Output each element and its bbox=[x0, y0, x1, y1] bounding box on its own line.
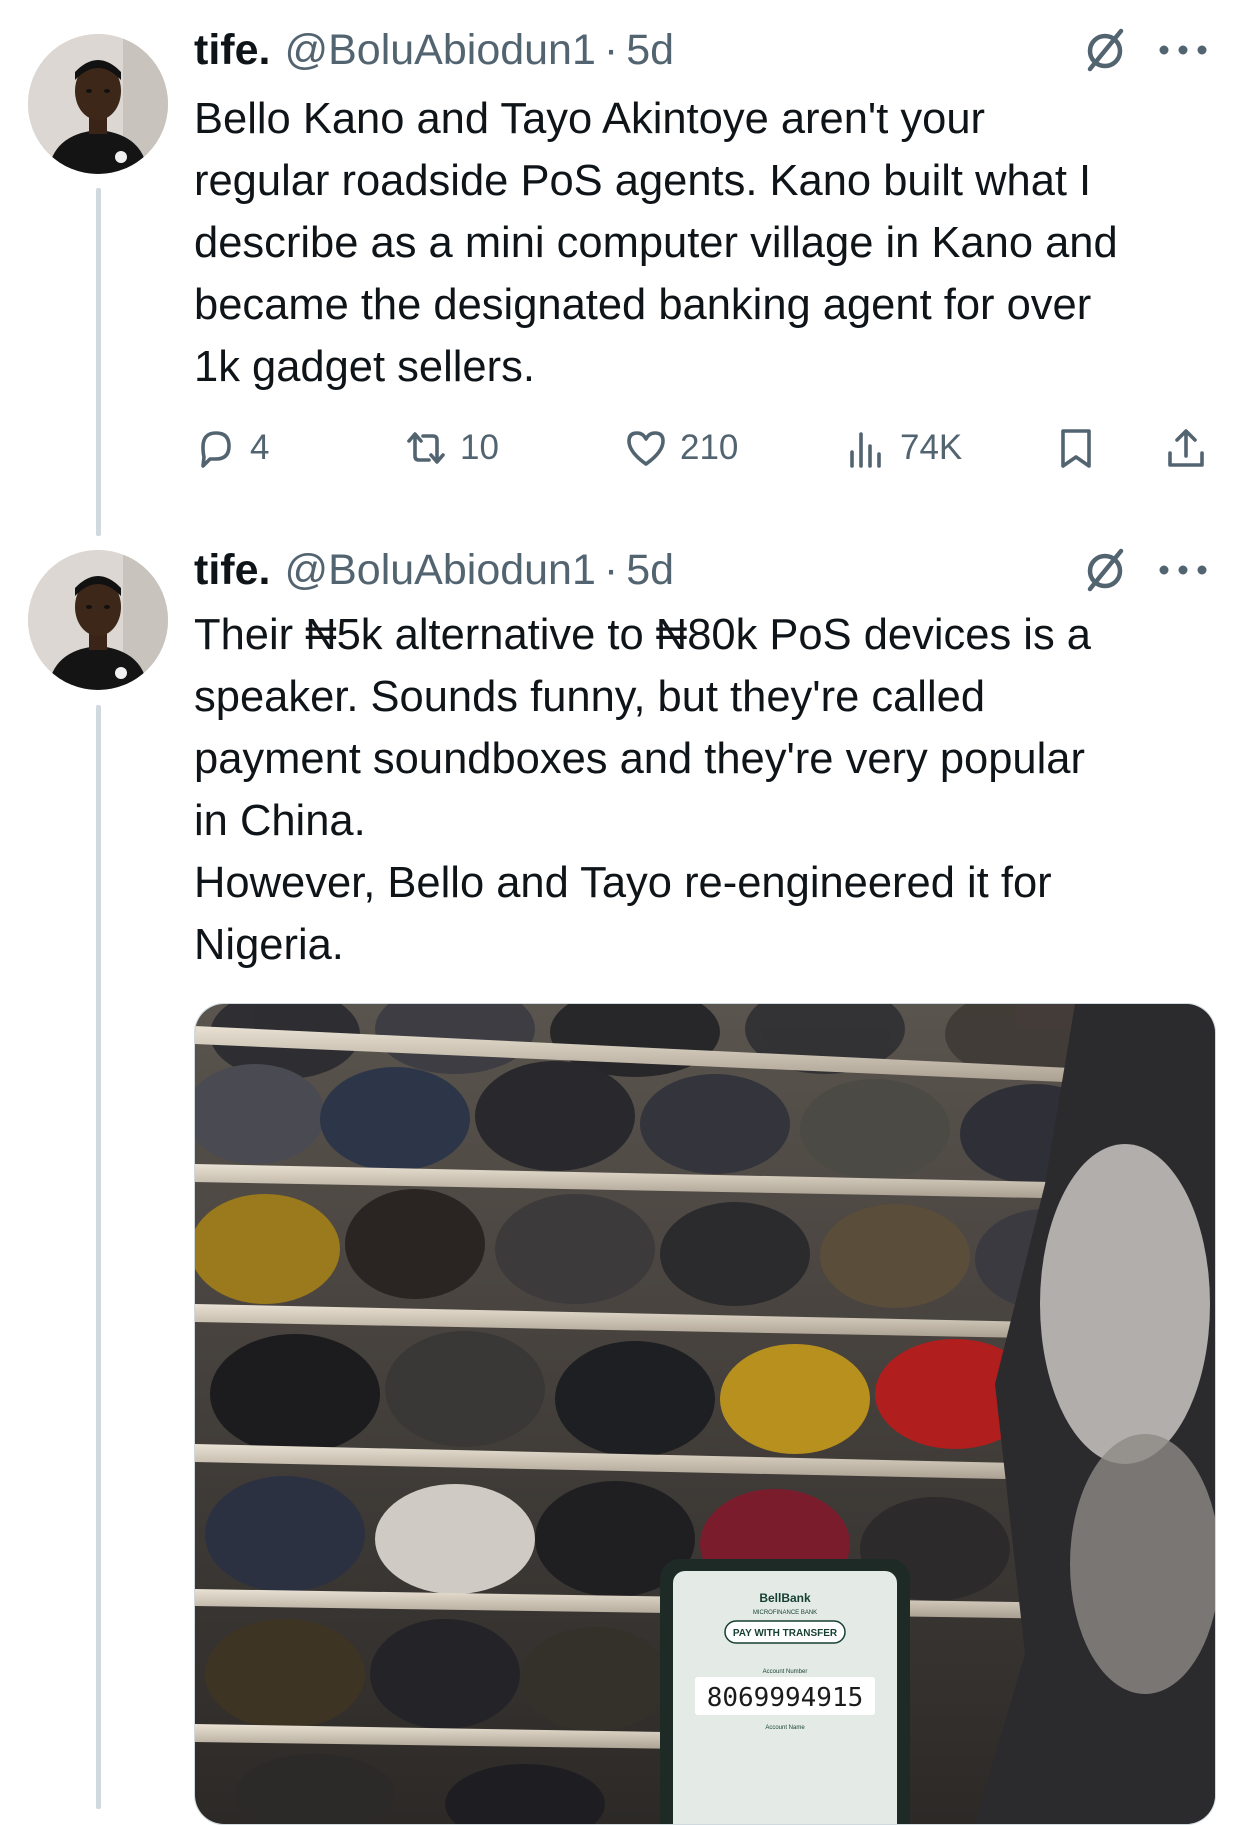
views-button[interactable]: 74K bbox=[844, 418, 962, 478]
cap-shelf-photo: BellBank MICROFINANCE BANK PAY WITH TRAN… bbox=[195, 1004, 1215, 1824]
repost-count: 10 bbox=[460, 428, 499, 467]
tweet-header: tife. @BoluAbiodun1 · 5d bbox=[194, 542, 1210, 598]
display-name[interactable]: tife. bbox=[194, 26, 270, 75]
grok-icon[interactable] bbox=[1080, 25, 1130, 75]
avatar[interactable] bbox=[28, 34, 168, 174]
like-button[interactable]: 210 bbox=[624, 418, 738, 478]
tweet-text: Their ₦5k alternative to ₦80k PoS device… bbox=[194, 611, 1091, 969]
separator: · bbox=[603, 545, 619, 594]
view-count: 74K bbox=[900, 428, 963, 467]
account-number: 8069994915 bbox=[707, 1683, 864, 1713]
action-bar: 4 10 210 74K bbox=[194, 418, 1210, 478]
share-button[interactable] bbox=[1164, 418, 1208, 478]
account-number-label: Account Number bbox=[763, 1669, 808, 1675]
more-icon[interactable] bbox=[1156, 40, 1210, 60]
reply-icon bbox=[201, 431, 231, 468]
like-count: 210 bbox=[680, 428, 739, 467]
separator: · bbox=[603, 25, 619, 74]
grok-icon[interactable] bbox=[1080, 545, 1130, 595]
repost-icon bbox=[407, 432, 445, 464]
more-icon[interactable] bbox=[1156, 560, 1210, 580]
bookmark-icon bbox=[1061, 429, 1091, 468]
avatar[interactable] bbox=[28, 550, 168, 690]
views-icon bbox=[850, 432, 881, 468]
user-handle[interactable]: @BoluAbiodun1 bbox=[284, 26, 595, 75]
reply-count: 4 bbox=[250, 428, 270, 467]
timestamp[interactable]: 5d bbox=[626, 26, 674, 75]
user-handle[interactable]: @BoluAbiodun1 bbox=[284, 546, 595, 595]
thread-line bbox=[96, 188, 101, 536]
timestamp[interactable]: 5d bbox=[626, 546, 674, 595]
avatar-image bbox=[28, 550, 168, 690]
tweet-photo[interactable]: BellBank MICROFINANCE BANK PAY WITH TRAN… bbox=[194, 1003, 1216, 1825]
tweet-text: Bello Kano and Tayo Akintoye aren't your… bbox=[194, 95, 1118, 391]
display-name[interactable]: tife. bbox=[194, 546, 270, 595]
like-icon bbox=[627, 431, 665, 466]
share-icon bbox=[1168, 429, 1204, 467]
repost-button[interactable]: 10 bbox=[404, 418, 499, 478]
device-button: PAY WITH TRANSFER bbox=[733, 1628, 838, 1639]
reply-button[interactable]: 4 bbox=[194, 418, 269, 478]
account-name-label: Account Name bbox=[765, 1725, 805, 1731]
bookmark-button[interactable] bbox=[1054, 418, 1098, 478]
avatar-image bbox=[28, 34, 168, 174]
tweet-header: tife. @BoluAbiodun1 · 5d bbox=[194, 22, 1210, 78]
thread-line bbox=[96, 705, 101, 1809]
device-brand: BellBank bbox=[759, 1591, 811, 1605]
device-subtitle: MICROFINANCE BANK bbox=[753, 1610, 817, 1616]
